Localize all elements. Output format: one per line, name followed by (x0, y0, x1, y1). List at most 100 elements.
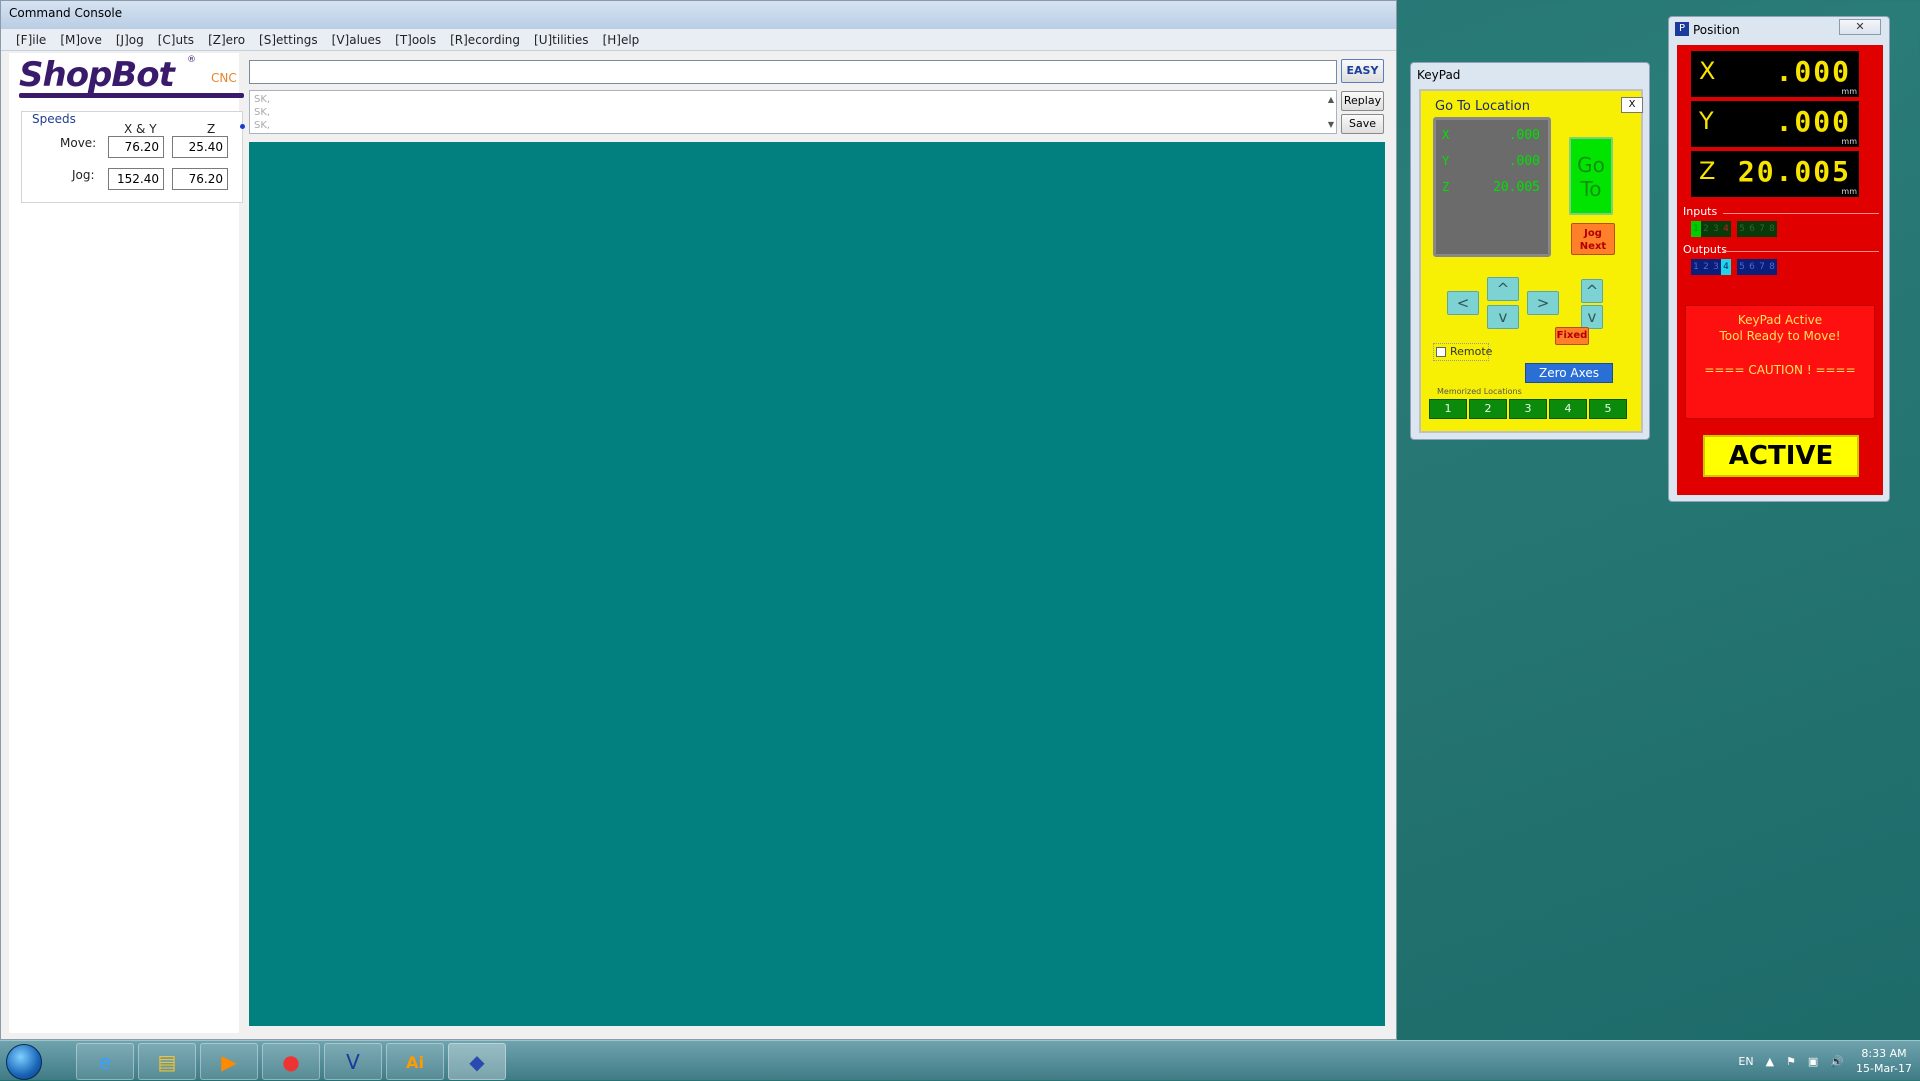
action-center-icon[interactable]: ⚑ (1786, 1055, 1796, 1068)
speeds-title: Speeds (30, 112, 78, 126)
fixed-button[interactable]: Fixed (1555, 327, 1589, 345)
dro-x-unit: mm (1841, 87, 1857, 96)
replay-button[interactable]: Replay (1341, 91, 1384, 111)
position-title: Position (1693, 23, 1740, 37)
chrome-icon[interactable]: ● (262, 1043, 320, 1080)
save-button[interactable]: Save (1341, 114, 1384, 134)
easy-button[interactable]: EASY (1341, 59, 1384, 83)
jog-z-input[interactable] (172, 168, 228, 190)
scroll-up-icon[interactable]: ▲ (1328, 93, 1334, 106)
tray-expand-icon[interactable]: ▲ (1766, 1055, 1774, 1068)
dro-z-unit: mm (1841, 187, 1857, 196)
move-xy-input[interactable] (108, 136, 164, 158)
scroll-down-icon[interactable]: ▼ (1328, 118, 1334, 131)
remote-label: Remote (1450, 345, 1493, 358)
output-indicator: 1 (1691, 259, 1701, 275)
status-caution: ==== CAUTION ! ==== (1704, 363, 1856, 377)
jog-label: Jog: (72, 168, 95, 182)
menu-settings[interactable]: [S]ettings (252, 33, 325, 47)
dro-y-axis: Y (1699, 107, 1714, 135)
active-button[interactable]: ACTIVE (1703, 435, 1859, 477)
shopbot-taskbar-icon[interactable]: ◆ (448, 1043, 506, 1080)
start-button[interactable] (6, 1044, 42, 1080)
kp-y-value[interactable]: .000 (1509, 154, 1540, 169)
menu-help[interactable]: [H]elp (596, 33, 647, 47)
jog-z-plus-button[interactable]: ^ (1581, 279, 1603, 303)
jog-x-plus-button[interactable]: > (1527, 291, 1559, 315)
outputs-row: 1 2 3 4 5 6 7 8 (1691, 259, 1777, 275)
jog-y-plus-button[interactable]: ^ (1487, 277, 1519, 301)
logo-underline (19, 93, 244, 98)
menu-cuts[interactable]: [C]uts (151, 33, 201, 47)
jog-z-minus-button[interactable]: v (1581, 305, 1603, 329)
dro-x-value: .000 (1775, 55, 1851, 88)
history-line: SK, (254, 120, 271, 131)
internet-explorer-icon[interactable]: e (76, 1043, 134, 1080)
history-line: SK, (254, 107, 271, 118)
kp-z-value[interactable]: 20.005 (1493, 180, 1540, 195)
dro-x-axis: X (1699, 57, 1716, 85)
keypad-close-button[interactable]: X (1621, 97, 1643, 113)
menu-utilities[interactable]: [U]tilities (527, 33, 596, 47)
goto-button[interactable]: Go To (1569, 137, 1613, 215)
goto-location-label: Go To Location (1435, 99, 1530, 114)
kp-x-value[interactable]: .000 (1509, 128, 1540, 143)
remote-checkbox[interactable]: Remote (1433, 343, 1493, 361)
media-player-icon[interactable]: ▶ (200, 1043, 258, 1080)
jog-y-minus-button[interactable]: v (1487, 305, 1519, 329)
input-indicator: 6 (1747, 221, 1757, 237)
clock-time: 8:33 AM (1861, 1047, 1907, 1060)
vcarve-icon[interactable]: V (324, 1043, 382, 1080)
speeds-group: Speeds X & Y Z Move: Jog: (21, 111, 243, 203)
status-dot (240, 124, 245, 129)
inputs-divider (1723, 213, 1879, 214)
memory-slot-button[interactable]: 3 (1509, 399, 1547, 419)
console-titlebar[interactable]: Command Console (1, 1, 1396, 29)
volume-icon[interactable]: 🔊 (1830, 1055, 1844, 1068)
taskbar: e ▤ ▶ ● V Ai ◆ EN ▲ ⚑ ▣ 🔊 8:33 AM 15-Mar… (0, 1040, 1920, 1080)
file-explorer-icon[interactable]: ▤ (138, 1043, 196, 1080)
output-indicator: 2 (1701, 259, 1711, 275)
memory-slot-button[interactable]: 1 (1429, 399, 1467, 419)
memory-slot-button[interactable]: 5 (1589, 399, 1627, 419)
dro-y-unit: mm (1841, 137, 1857, 146)
menu-recording[interactable]: [R]ecording (443, 33, 527, 47)
keypad-location-display: X .000 Y .000 Z 20.005 (1433, 117, 1551, 257)
close-icon[interactable]: ✕ (1839, 19, 1881, 35)
illustrator-icon[interactable]: Ai (386, 1043, 444, 1080)
jog-next-button[interactable]: Jog Next (1571, 223, 1615, 255)
clock[interactable]: 8:33 AM 15-Mar-17 (1856, 1046, 1912, 1076)
memory-slot-button[interactable]: 4 (1549, 399, 1587, 419)
keypad-panel: Go To Location X X .000 Y .000 Z 20.005 … (1419, 89, 1643, 433)
command-input[interactable] (249, 60, 1337, 84)
memory-slot-button[interactable]: 2 (1469, 399, 1507, 419)
outputs-divider (1723, 251, 1879, 252)
move-z-input[interactable] (172, 136, 228, 158)
left-panel: ShopBot ® CNC Speeds X & Y Z Move: Jog: (9, 53, 244, 1033)
checkbox-icon (1436, 347, 1446, 357)
memorized-locations-label: Memorized Locations (1437, 387, 1522, 396)
speeds-col-z: Z (207, 122, 216, 136)
kp-z-label: Z (1442, 180, 1450, 194)
network-icon[interactable]: ▣ (1808, 1055, 1818, 1068)
zero-axes-button[interactable]: Zero Axes (1525, 363, 1613, 383)
logo-registered: ® (187, 55, 196, 65)
position-panel: X .000 mm Y .000 mm Z 20.005 mm Inputs 1… (1677, 45, 1883, 495)
command-history[interactable]: SK, SK, SK, ▲ ▼ (249, 90, 1337, 134)
menu-tools[interactable]: [T]ools (388, 33, 443, 47)
dro-y-value: .000 (1775, 105, 1851, 138)
jog-x-minus-button[interactable]: < (1447, 291, 1479, 315)
menu-jog[interactable]: [J]og (109, 33, 151, 47)
dro-z-axis: Z (1699, 157, 1716, 185)
preview-canvas[interactable] (249, 142, 1385, 1026)
inputs-label: Inputs (1683, 205, 1718, 218)
keypad-window: KeyPad Go To Location X X .000 Y .000 Z … (1410, 62, 1650, 440)
input-indicator: 4 (1721, 221, 1731, 237)
menu-zero[interactable]: [Z]ero (201, 33, 252, 47)
menu-move[interactable]: [M]ove (53, 33, 109, 47)
menu-values[interactable]: [V]alues (325, 33, 389, 47)
keypad-title: KeyPad (1417, 68, 1461, 82)
menu-file[interactable]: [F]ile (9, 33, 53, 47)
jog-xy-input[interactable] (108, 168, 164, 190)
language-indicator[interactable]: EN (1738, 1055, 1753, 1068)
